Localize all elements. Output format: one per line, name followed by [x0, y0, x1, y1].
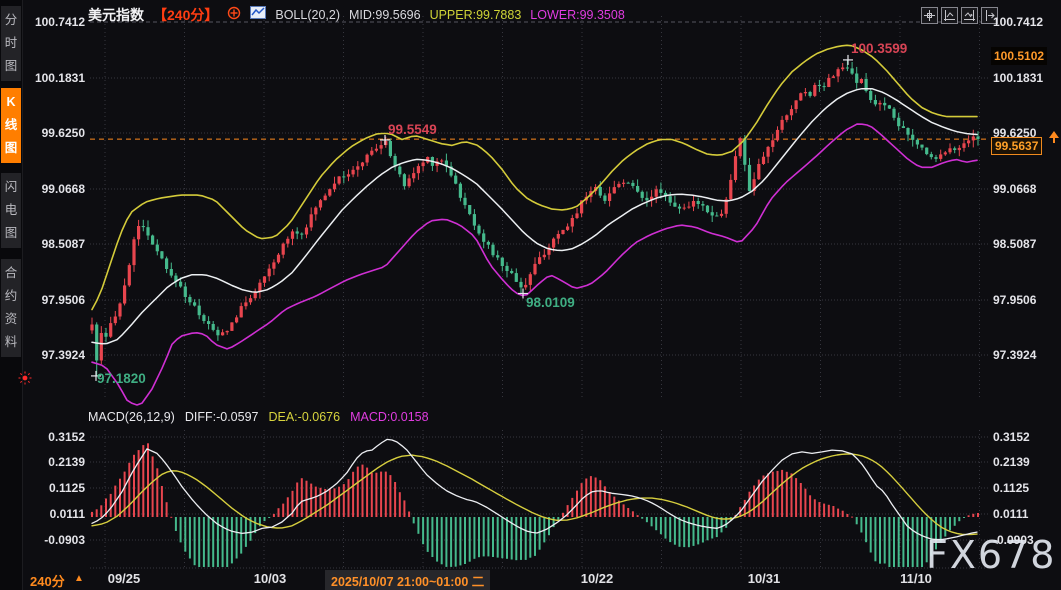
macd-axis-label-left: -0.0903: [29, 533, 85, 547]
axis-label-right: 97.3924: [993, 348, 1036, 362]
crosshair-time-readout: 2025/10/07 21:00~01:00 二: [325, 570, 490, 590]
current-price-label: 99.5637: [991, 137, 1042, 155]
boll-lower-value: LOWER:99.3508: [530, 8, 625, 22]
axis-label-left: 99.6250: [29, 126, 85, 140]
add-indicator-icon[interactable]: [227, 6, 241, 25]
sidebar-tab-kline-chart[interactable]: K线图: [1, 88, 21, 163]
alert-flash-icon: [18, 371, 32, 390]
watermark: FX678: [926, 533, 1056, 577]
macd-params: MACD(26,12,9): [88, 410, 175, 424]
right-axis-chart-icon[interactable]: [961, 7, 978, 24]
sidebar: 分时图 K线图 闪电图 合约资料: [0, 0, 23, 590]
annotation-high: 99.5549: [388, 122, 437, 137]
macd-axis-label-left: 0.2139: [29, 455, 85, 469]
date-tick: 10/03: [254, 571, 287, 586]
macd-axis-label-right: 0.1125: [993, 481, 1029, 495]
sidebar-tab-time-chart[interactable]: 分时图: [1, 6, 21, 81]
axis-label-left: 98.5087: [29, 237, 85, 251]
axis-label-left: 100.1831: [29, 71, 85, 85]
annotation-low: 98.0109: [526, 295, 575, 310]
trading-app: 分时图 K线图 闪电图 合约资料 美元指数 【240分】 BOLL(20,2) …: [0, 0, 1061, 590]
macd-hist-value: MACD:0.0158: [350, 410, 429, 424]
axis-label-right: 98.5087: [993, 237, 1036, 251]
sidebar-tab-contract-info[interactable]: 合约资料: [1, 259, 21, 357]
macd-axis-label-left: 0.3152: [29, 430, 85, 444]
date-tick: 10/22: [581, 571, 614, 586]
boll-params: BOLL(20,2): [275, 8, 340, 22]
boll-upper-value: UPPER:99.7883: [430, 8, 522, 22]
sidebar-tab-flash-chart[interactable]: 闪电图: [1, 173, 21, 248]
annotation-low: 97.1820: [97, 371, 146, 386]
date-tick: 10/31: [748, 571, 781, 586]
chart-header: 美元指数 【240分】 BOLL(20,2) MID:99.5696 UPPER…: [88, 5, 625, 25]
axis-label-left: 97.9506: [29, 293, 85, 307]
period-label: 【240分】: [153, 5, 218, 25]
annotation-high: 100.3599: [851, 41, 907, 56]
symbol-name: 美元指数: [88, 5, 144, 25]
left-axis-chart-icon[interactable]: [941, 7, 958, 24]
macd-axis-label-right: 0.3152: [993, 430, 1030, 444]
macd-axis-label-right: 0.2139: [993, 455, 1030, 469]
crosshair-icon[interactable]: [921, 7, 938, 24]
axis-label-right: 97.9506: [993, 293, 1036, 307]
session-high-label: 100.5102: [991, 47, 1047, 65]
macd-axis-label-left: 0.0111: [29, 507, 85, 521]
price-flag-icon: [1048, 130, 1060, 149]
chart-toolbar: [921, 7, 998, 24]
axis-label-right: 100.1831: [993, 71, 1043, 85]
macd-header: MACD(26,12,9) DIFF:-0.0597 DEA:-0.0676 M…: [88, 410, 429, 424]
date-tick: 09/25: [108, 571, 141, 586]
axis-label-left: 100.7412: [29, 15, 85, 29]
axis-label-left: 97.3924: [29, 348, 85, 362]
period-selector[interactable]: 240分: [30, 571, 65, 590]
macd-axis-label-left: 0.1125: [29, 481, 85, 495]
period-dropdown-icon[interactable]: ▲: [74, 573, 84, 584]
axis-label-right: 100.7412: [993, 15, 1043, 29]
boll-chart-icon[interactable]: [250, 6, 266, 24]
axis-label-left: 99.0668: [29, 182, 85, 196]
macd-axis-label-right: 0.0111: [993, 507, 1028, 521]
axis-label-right: 99.0668: [993, 182, 1036, 196]
boll-mid-value: MID:99.5696: [349, 8, 421, 22]
macd-dea-value: DEA:-0.0676: [268, 410, 340, 424]
macd-diff-value: DIFF:-0.0597: [185, 410, 259, 424]
